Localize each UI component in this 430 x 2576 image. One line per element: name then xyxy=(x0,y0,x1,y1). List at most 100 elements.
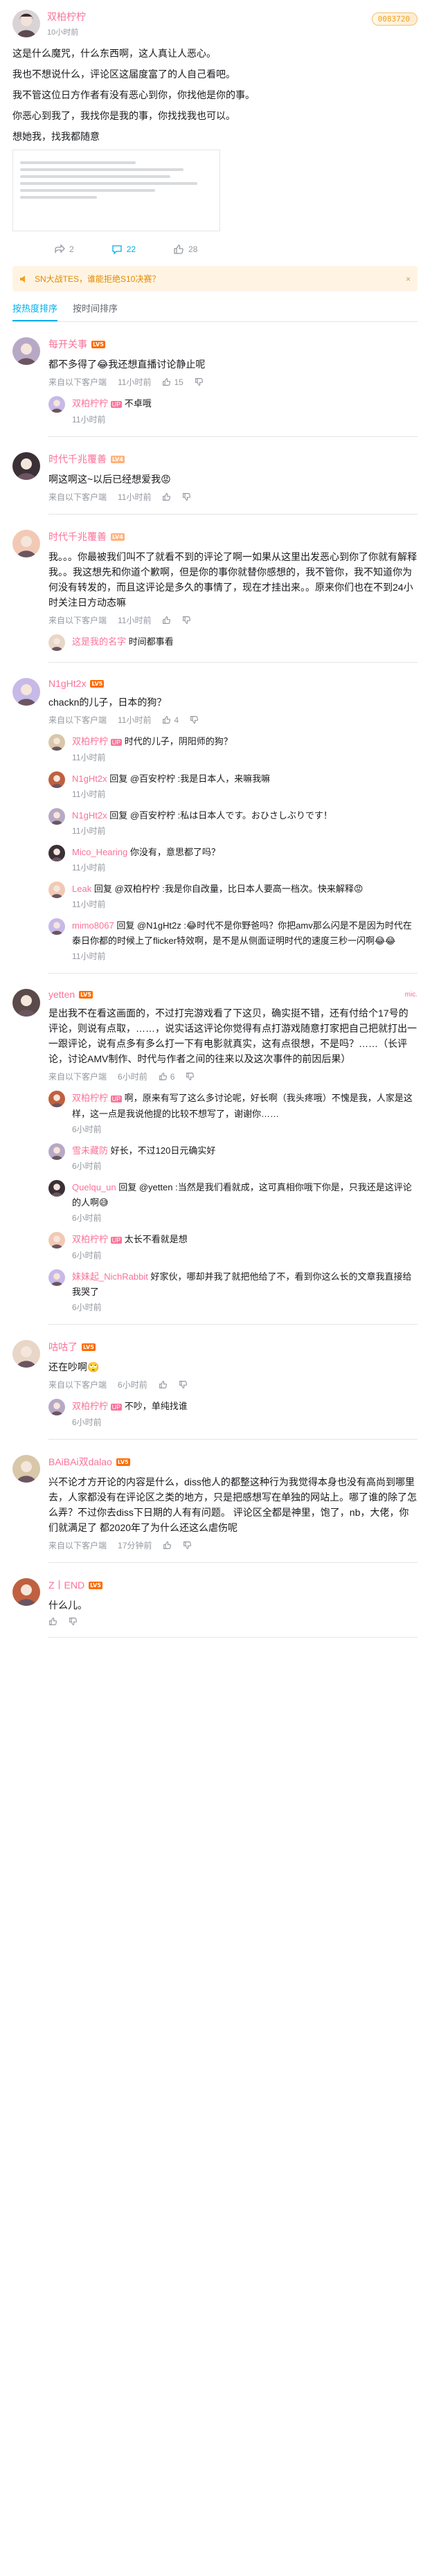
reply-avatar[interactable] xyxy=(48,1143,65,1160)
commenter-name[interactable]: BAiBAi双dalao xyxy=(48,1455,112,1469)
comment-like-button[interactable]: 15 xyxy=(162,377,183,387)
comment-like-button[interactable] xyxy=(163,1541,172,1550)
reply-avatar[interactable] xyxy=(48,634,65,651)
reply-author[interactable]: 双柏柠柠 xyxy=(72,398,108,409)
commenter-avatar[interactable] xyxy=(12,530,40,557)
reply-item: 妹妹起_NichRabbit 好家伙，哪却并我了就把他给了不，看到你这么长的文章… xyxy=(48,1269,418,1313)
commenter-avatar[interactable] xyxy=(12,337,40,365)
reply-author[interactable]: 双柏柠柠 xyxy=(72,1234,108,1244)
tab-hot[interactable]: 按热度排序 xyxy=(12,301,58,321)
reply-avatar[interactable] xyxy=(48,734,65,751)
post-actions: 2 22 28 xyxy=(12,244,418,255)
comment-dislike-button[interactable] xyxy=(182,616,191,625)
comment-dislike-button[interactable] xyxy=(183,1541,192,1550)
commenter-avatar[interactable] xyxy=(12,452,40,480)
commenter-name[interactable]: 咕咕了 xyxy=(48,1340,78,1354)
comment-dislike-button[interactable] xyxy=(195,377,204,386)
reply-avatar[interactable] xyxy=(48,845,65,861)
reply-line: 双柏柠柠 UP 啊，原来有写了这么多讨论呢，好长啊（我头疼哦）不愧是我，人家是这… xyxy=(72,1091,418,1122)
reply-author[interactable]: N1gHt2x xyxy=(72,810,107,821)
close-icon[interactable]: × xyxy=(406,274,411,284)
reply-author[interactable]: 雪未藏防 xyxy=(72,1145,108,1156)
comment-header: N1gHt2x LV5 xyxy=(48,678,418,689)
reply-body: 双柏柠柠 UP 时代的儿子，阴阳师的狗？ 11小时前 xyxy=(72,734,418,763)
thumbs-up-icon xyxy=(159,1072,168,1081)
reply-author[interactable]: 双柏柠柠 xyxy=(72,1093,108,1103)
commenter-name[interactable]: N1gHt2x xyxy=(48,678,86,689)
reply-author[interactable]: 双柏柠柠 xyxy=(72,736,108,746)
post-screenshot-image[interactable] xyxy=(12,150,220,231)
reply-author[interactable]: Leak xyxy=(72,884,91,894)
reply-avatar[interactable] xyxy=(48,918,65,935)
comment-dislike-button[interactable] xyxy=(186,1072,195,1081)
reply-item: mimo8067 回复 @N1gHt2z :😂时代不是你野爸吗？你把amv那么闪… xyxy=(48,918,418,962)
comment-meta: 来自以下客户端 17分钟前 xyxy=(48,1539,418,1551)
reply-avatar[interactable] xyxy=(48,1180,65,1197)
comment-dislike-button[interactable] xyxy=(69,1617,78,1626)
reply-author[interactable]: 双柏柠柠 xyxy=(72,1401,108,1411)
commenter-avatar[interactable] xyxy=(12,678,40,706)
commenter-name[interactable]: 每开关事 xyxy=(48,337,87,351)
reply-avatar[interactable] xyxy=(48,1269,65,1286)
reply-avatar[interactable] xyxy=(48,771,65,788)
reply-avatar[interactable] xyxy=(48,1091,65,1107)
commenter-avatar[interactable] xyxy=(12,1578,40,1606)
comment-client: 来自以下客户端 xyxy=(48,1072,107,1082)
commenter-name[interactable]: 时代千兆覆善 xyxy=(48,530,107,544)
comment-like-button[interactable] xyxy=(48,1617,57,1626)
comment-dislike-button[interactable] xyxy=(182,492,191,501)
reply-avatar[interactable] xyxy=(48,396,65,413)
comment-text: 还在吵啊🙄 xyxy=(48,1361,100,1372)
comment-dislike-button[interactable] xyxy=(190,715,199,724)
reply-line: Mico_Hearing 你没有，意思都了吗？ xyxy=(72,845,418,860)
commenter-name[interactable]: yetten xyxy=(48,989,75,1000)
tab-time[interactable]: 按时间排序 xyxy=(73,301,118,321)
reply-time: 11小时前 xyxy=(72,863,106,873)
comment-time: 6小时前 xyxy=(118,1072,147,1082)
share-button[interactable]: 2 xyxy=(54,244,74,255)
comment-body: 时代千兆覆善 LV4 啊这啊这~以后已经想爱我😡 来自以下客户端 11小时前 xyxy=(48,452,418,515)
author-avatar[interactable] xyxy=(12,10,40,37)
reply-author[interactable]: 妹妹起_NichRabbit xyxy=(72,1271,148,1282)
level-badge: LV5 xyxy=(82,1343,96,1351)
comment-like-button[interactable] xyxy=(162,616,171,625)
reply-body: 双柏柠柠 UP 不吵，单纯找谁 6小时前 xyxy=(72,1399,418,1428)
reply-author[interactable]: 这是我的名字 xyxy=(72,636,126,647)
commenter-avatar[interactable] xyxy=(12,1340,40,1368)
level-badge: LV5 xyxy=(116,1458,130,1466)
commenter-name[interactable]: Z丨END xyxy=(48,1578,84,1592)
commenter-name[interactable]: 时代千兆覆善 xyxy=(48,452,107,466)
reply-avatar[interactable] xyxy=(48,882,65,898)
commenter-avatar[interactable] xyxy=(12,989,40,1017)
reply-meta: 11小时前 xyxy=(72,751,418,763)
reply-text: 回复 @百安柠柠 :我是日本人，来嘛我嘛 xyxy=(109,773,271,784)
post-paragraph: 我不管这位日方作者有没有恶心到你，你找他是你的事。 xyxy=(12,89,255,100)
reply-text: 时间都事看 xyxy=(128,636,174,647)
comment-dislike-button[interactable] xyxy=(179,1380,188,1389)
reply-text: 回复 @N1gHt2z :😂时代不是你野爸吗？你把amv那么闪是不是因为时代在泰… xyxy=(72,920,412,946)
reply-avatar[interactable] xyxy=(48,1399,65,1415)
reply-author[interactable]: Quelqu_un xyxy=(72,1182,116,1192)
reply-author[interactable]: Mico_Hearing xyxy=(72,847,127,857)
comment-like-button[interactable]: 4 xyxy=(162,715,179,725)
reply-author[interactable]: mimo8067 xyxy=(72,920,114,931)
commenter-avatar[interactable] xyxy=(12,1455,40,1483)
reply-avatar[interactable] xyxy=(48,1232,65,1249)
post-paragraph: 这是什么魔咒，什么东西啊，这人真让人恶心。 xyxy=(12,48,216,59)
reply-line: 雪未藏防 好长，不过120日元确实好 xyxy=(72,1143,418,1159)
reply-meta: 11小时前 xyxy=(72,413,418,425)
reply-author[interactable]: N1gHt2x xyxy=(72,773,107,784)
comment-like-button[interactable]: 6 xyxy=(159,1072,174,1082)
comment-meta: 来自以下客户端 6小时前 6 xyxy=(48,1071,418,1082)
reply-time: 11小时前 xyxy=(72,415,106,424)
like-button[interactable]: 28 xyxy=(173,244,197,255)
comment-like-button[interactable] xyxy=(162,492,171,501)
comment-button[interactable]: 22 xyxy=(111,244,136,255)
notice-bar[interactable]: SN大战TES，谁能拒绝S10决赛？ × xyxy=(12,266,418,292)
reply-avatar[interactable] xyxy=(48,808,65,825)
author-name[interactable]: 双柏柠柠 xyxy=(47,10,86,24)
reply-text: 啊，原来有写了这么多讨论呢，好长啊（我头疼哦）不愧是我，人家是这样，这一点是我说… xyxy=(72,1093,413,1119)
level-badge: LV4 xyxy=(111,455,125,463)
comment-like-button[interactable] xyxy=(159,1380,168,1389)
comment-text: 啊这啊这~以后已经想爱我😡 xyxy=(48,474,171,485)
